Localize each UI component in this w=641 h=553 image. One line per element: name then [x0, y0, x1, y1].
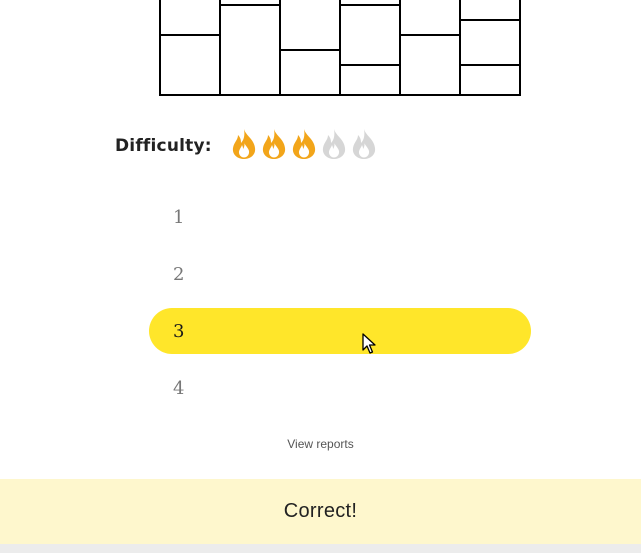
- puzzle-piece: [219, 4, 281, 96]
- puzzle-piece: [279, 0, 341, 51]
- feedback-text: Correct!: [283, 500, 358, 522]
- flame-icon: [292, 129, 315, 159]
- puzzle-piece: [459, 64, 521, 96]
- puzzle-piece: [459, 19, 521, 66]
- puzzle-grid: [159, 0, 521, 96]
- difficulty-flames: [230, 128, 380, 164]
- puzzle-piece: [279, 49, 341, 96]
- puzzle-piece: [339, 64, 401, 96]
- feedback-banner: Correct!: [0, 479, 641, 544]
- flame-icon: [322, 129, 345, 159]
- difficulty-label: Difficulty:: [115, 136, 212, 156]
- bottom-strip: [0, 544, 641, 553]
- flame-icon: [352, 129, 375, 159]
- puzzle-piece: [339, 4, 401, 66]
- answer-option-1[interactable]: 1: [149, 194, 531, 240]
- flame-icon: [232, 129, 255, 159]
- answer-option-3[interactable]: 3: [149, 308, 531, 354]
- view-reports-link[interactable]: View reports: [0, 437, 641, 451]
- difficulty-rating: Difficulty:: [115, 128, 380, 164]
- puzzle-piece: [459, 0, 521, 21]
- answer-option-label: 3: [173, 320, 185, 342]
- answer-option-label: 2: [173, 263, 185, 285]
- puzzle-piece: [159, 34, 221, 96]
- flame-icon: [262, 129, 285, 159]
- answer-option-2[interactable]: 2: [149, 251, 531, 297]
- mouse-cursor-icon: [362, 333, 376, 354]
- puzzle-piece: [399, 34, 461, 96]
- puzzle-piece: [159, 0, 221, 36]
- puzzle-piece: [399, 0, 461, 36]
- answer-option-label: 4: [173, 377, 185, 399]
- answer-option-label: 1: [173, 206, 185, 228]
- answer-option-4[interactable]: 4: [149, 365, 531, 411]
